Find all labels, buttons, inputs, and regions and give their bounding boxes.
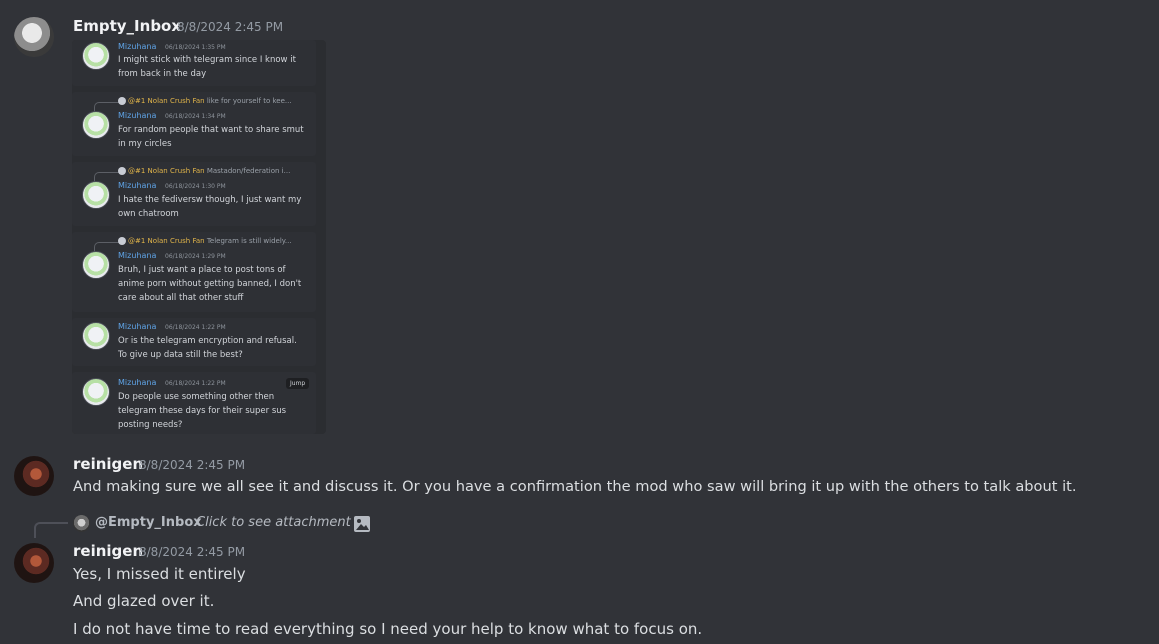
list-item: @#1 Nolan Crush Fan Mastadon/federation …	[72, 162, 316, 226]
timestamp: 06/18/2024 1:29 PM	[165, 253, 226, 260]
message-text: And making sure we all see it and discus…	[73, 478, 1077, 495]
avatar	[82, 322, 110, 350]
list-item: Mizuhana 06/18/2024 1:22 PM Jump Do peop…	[72, 372, 316, 434]
author-name: Mizuhana	[118, 322, 157, 331]
message-text: I hate the fediversw though, I just want…	[118, 195, 302, 219]
list-item: @#1 Nolan Crush Fan Telegram is still wi…	[72, 232, 316, 312]
avatar	[82, 378, 110, 406]
message-text: Bruh, I just want a place to post tons o…	[118, 265, 302, 303]
author-name: Mizuhana	[118, 111, 157, 120]
avatar	[82, 181, 110, 209]
timestamp: 06/18/2024 1:34 PM	[165, 113, 226, 120]
timestamp: 8/8/2024 2:45 PM	[139, 545, 246, 559]
jump-button: Jump	[286, 378, 310, 389]
author-name: Mizuhana	[118, 251, 157, 260]
username[interactable]: reinigen	[73, 455, 143, 473]
message-text: Do people use something other then teleg…	[118, 392, 287, 430]
reply-mention[interactable]: @Empty_Inbox	[95, 515, 202, 530]
author-name: Mizuhana	[118, 378, 157, 387]
avatar[interactable]	[14, 456, 54, 496]
message-text: Or is the telegram encryption and refusa…	[118, 336, 297, 360]
timestamp: 8/8/2024 2:45 PM	[139, 458, 246, 472]
image-attachment[interactable]: Mizuhana 06/18/2024 1:35 PM I might stic…	[72, 40, 326, 434]
username[interactable]: Empty_Inbox	[73, 17, 181, 35]
list-item: Mizuhana 06/18/2024 1:22 PM Or is the te…	[72, 318, 316, 366]
reply-preview: like for yourself to kee...	[206, 97, 292, 105]
message-text: For random people that want to share smu…	[118, 125, 304, 149]
reply-reference: @#1 Nolan Crush Fan like for yourself to…	[118, 97, 292, 105]
avatar	[118, 97, 126, 105]
avatar	[118, 167, 126, 175]
author-name: Mizuhana	[118, 42, 157, 51]
reply-preview: Telegram is still widely...	[206, 237, 292, 245]
avatar	[82, 42, 110, 70]
reply-author: @#1 Nolan Crush Fan	[128, 237, 205, 245]
reply-attachment-link[interactable]: Click to see attachment	[196, 515, 351, 530]
avatar[interactable]	[14, 17, 54, 57]
reply-author: @#1 Nolan Crush Fan	[128, 167, 205, 175]
timestamp: 8/8/2024 2:45 PM	[177, 20, 284, 34]
reply-reference: @#1 Nolan Crush Fan Mastadon/federation …	[118, 167, 290, 175]
timestamp: 06/18/2024 1:22 PM	[165, 324, 226, 331]
reply-connector	[34, 522, 68, 538]
list-item: Mizuhana 06/18/2024 1:35 PM I might stic…	[72, 40, 316, 86]
avatar	[118, 237, 126, 245]
avatar	[82, 111, 110, 139]
author-name: Mizuhana	[118, 181, 157, 190]
timestamp: 06/18/2024 1:30 PM	[165, 183, 226, 190]
image-icon[interactable]	[353, 515, 371, 533]
username[interactable]: reinigen	[73, 542, 143, 560]
message-text: I do not have time to read everything so…	[73, 620, 703, 638]
avatar[interactable]	[14, 543, 54, 583]
reply-author: @#1 Nolan Crush Fan	[128, 97, 205, 105]
reply-preview: Mastadon/federation i...	[206, 167, 291, 175]
avatar[interactable]	[73, 515, 90, 532]
timestamp: 06/18/2024 1:35 PM	[165, 44, 226, 51]
timestamp: 06/18/2024 1:22 PM	[165, 380, 226, 387]
message-text: I might stick with telegram since I know…	[118, 55, 296, 79]
list-item: @#1 Nolan Crush Fan like for yourself to…	[72, 92, 316, 156]
message-text: And glazed over it.	[73, 592, 215, 610]
reply-reference: @#1 Nolan Crush Fan Telegram is still wi…	[118, 237, 292, 245]
message-text: Yes, I missed it entirely	[73, 565, 246, 583]
avatar	[82, 251, 110, 279]
